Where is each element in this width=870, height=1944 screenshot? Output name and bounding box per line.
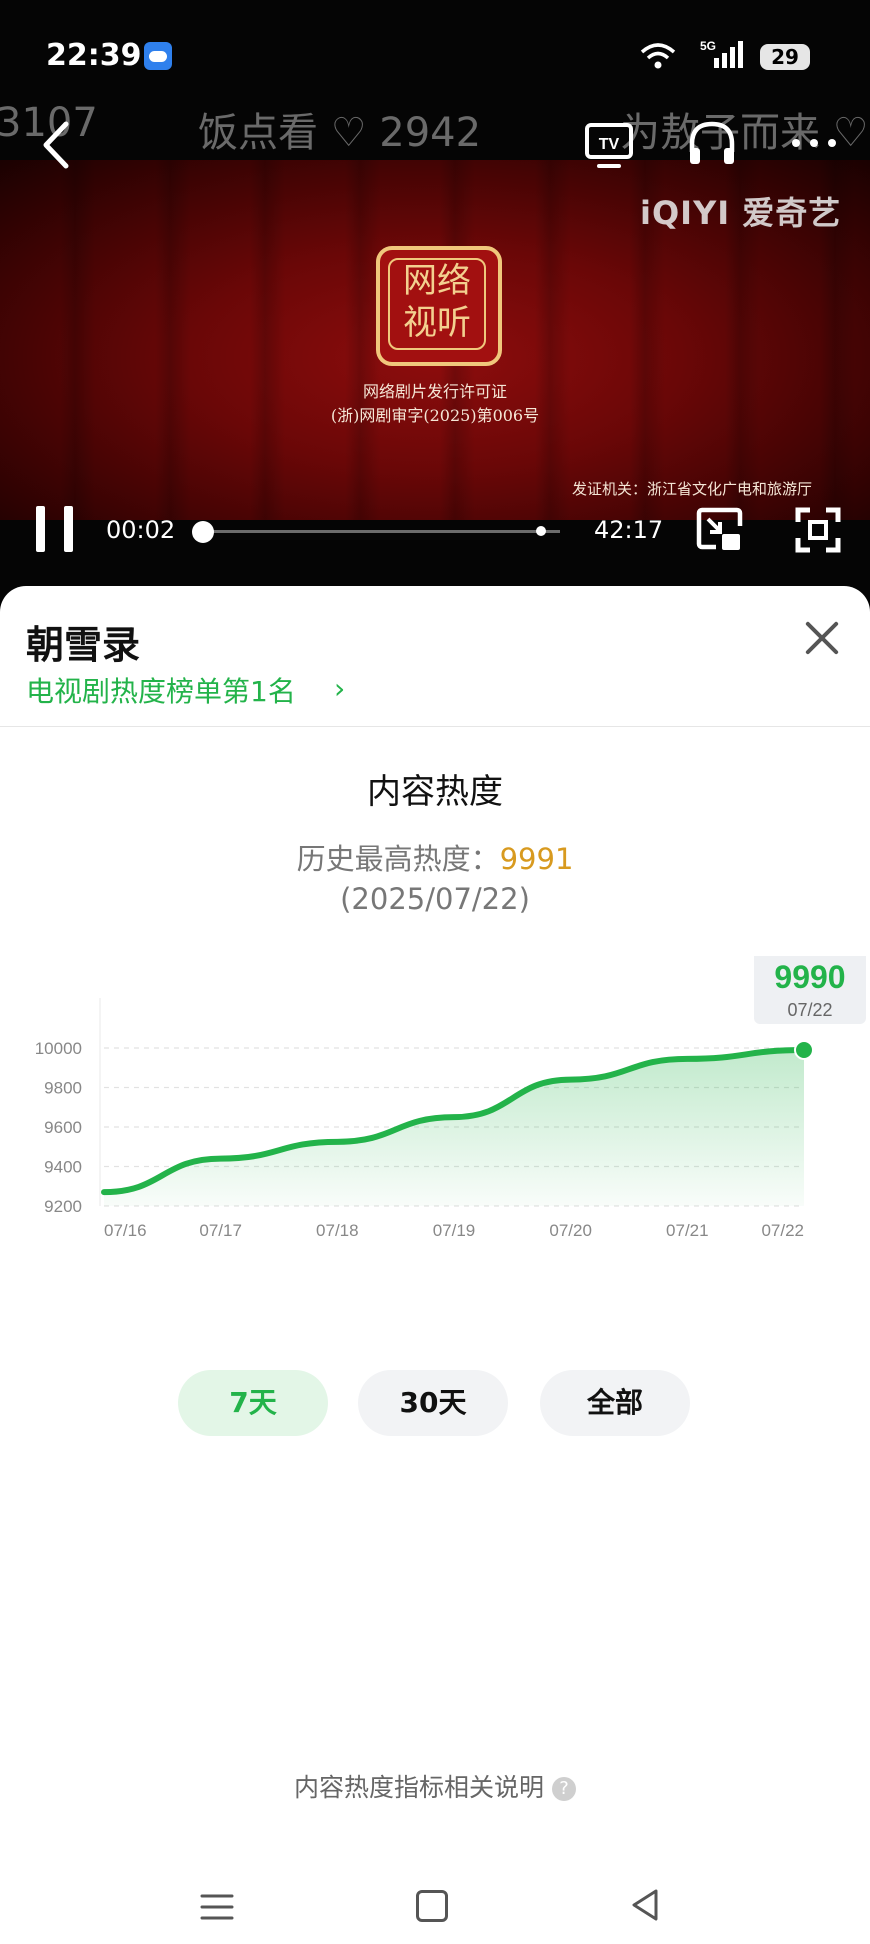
range-30-days-button[interactable]: 30天	[358, 1370, 508, 1436]
peak-heat: 历史最高热度：9991	[0, 836, 870, 878]
x-tick-label: 07/17	[199, 1221, 242, 1240]
y-tick-label: 9800	[44, 1079, 82, 1098]
y-tick-label: 10000	[35, 1039, 82, 1058]
x-tick-label: 07/22	[761, 1221, 804, 1240]
metric-explanation-link[interactable]: 内容热度指标相关说明?	[0, 1768, 870, 1804]
picture-in-picture-icon[interactable]	[696, 506, 744, 554]
progress-marker[interactable]	[536, 526, 546, 536]
x-tick-label: 07/19	[433, 1221, 476, 1240]
progress-knob[interactable]	[192, 521, 214, 543]
status-time: 22:39	[46, 38, 142, 73]
y-tick-label: 9200	[44, 1197, 82, 1216]
peak-label: 历史最高热度：	[296, 842, 500, 876]
license-issuer: 发证机关：浙江省文化广电和旅游厅	[571, 480, 812, 498]
x-tick-label: 07/21	[666, 1221, 709, 1240]
video-player[interactable]: 22:39 5G 29 3107 饭点看 ♡ 2942 为敖子而来 ♡ TV i…	[0, 0, 870, 600]
more-options-icon[interactable]	[790, 138, 838, 148]
x-tick-label: 07/16	[104, 1221, 147, 1240]
menu-icon[interactable]	[200, 1892, 234, 1922]
system-nav-bar	[0, 1874, 870, 1944]
fullscreen-icon[interactable]	[794, 506, 842, 554]
peak-value: 9991	[499, 842, 574, 876]
online-video-seal-logo: 网络 视听	[376, 246, 502, 366]
battery-icon: 29	[760, 44, 810, 70]
help-icon[interactable]: ?	[552, 1777, 576, 1801]
range-all-button[interactable]: 全部	[540, 1370, 690, 1436]
y-tick-label: 9600	[44, 1118, 82, 1137]
signal-icon: 5G	[700, 39, 743, 68]
home-icon[interactable]	[416, 1890, 448, 1922]
y-tick-label: 9400	[44, 1158, 82, 1177]
total-duration: 42:17	[594, 516, 664, 544]
data-point	[794, 1039, 814, 1060]
popularity-sheet: 朝雪录 电视剧热度榜单第1名 › 内容热度 历史最高热度：9991 (2025/…	[0, 586, 870, 1944]
ticker-item: 饭点看 ♡ 2942	[198, 110, 482, 150]
heat-trend-chart: 9200 9400 9600 9800 10000 07/16 07/17 07/18 07/…	[35, 956, 866, 1240]
weather-app-icon	[144, 42, 172, 70]
wifi-icon	[640, 43, 676, 69]
x-tick-label: 07/20	[549, 1221, 592, 1240]
pause-icon[interactable]	[34, 506, 78, 552]
current-time: 00:02	[106, 516, 176, 544]
network-type-label: 5G	[700, 39, 716, 53]
danmaku-ticker: 3107 饭点看 ♡ 2942 为敖子而来 ♡	[0, 100, 870, 150]
show-title: 朝雪录	[26, 623, 141, 667]
back-arrow-icon[interactable]	[38, 120, 74, 170]
chevron-right-icon[interactable]: ›	[334, 672, 345, 705]
section-title: 内容热度	[367, 772, 503, 812]
svg-text:TV: TV	[599, 136, 620, 153]
license-title: 网络剧片发行许可证	[362, 382, 507, 401]
series-area	[104, 1049, 804, 1206]
tooltip-date: 07/22	[787, 1000, 832, 1020]
peak-date: (2025/07/22)	[340, 882, 530, 916]
tooltip-value: 9990	[774, 959, 845, 995]
metric-note-text[interactable]: 内容热度指标相关说明	[294, 1773, 544, 1802]
license-number: (浙)网剧审字(2025)第006号	[330, 406, 540, 425]
nav-back-icon[interactable]	[630, 1888, 660, 1922]
iqiyi-watermark: iQIYI 爱奇艺	[640, 194, 842, 232]
x-tick-label: 07/18	[316, 1221, 359, 1240]
tv-cast-icon[interactable]: TV	[584, 122, 634, 170]
seal-text: 网络 视听	[388, 258, 486, 350]
progress-slider[interactable]	[192, 521, 560, 543]
close-icon[interactable]	[804, 620, 840, 656]
range-7-days-button[interactable]: 7天	[178, 1370, 328, 1436]
divider	[0, 726, 870, 727]
headphones-icon[interactable]	[686, 118, 738, 170]
ranking-link[interactable]: 电视剧热度榜单第1名	[26, 670, 296, 710]
